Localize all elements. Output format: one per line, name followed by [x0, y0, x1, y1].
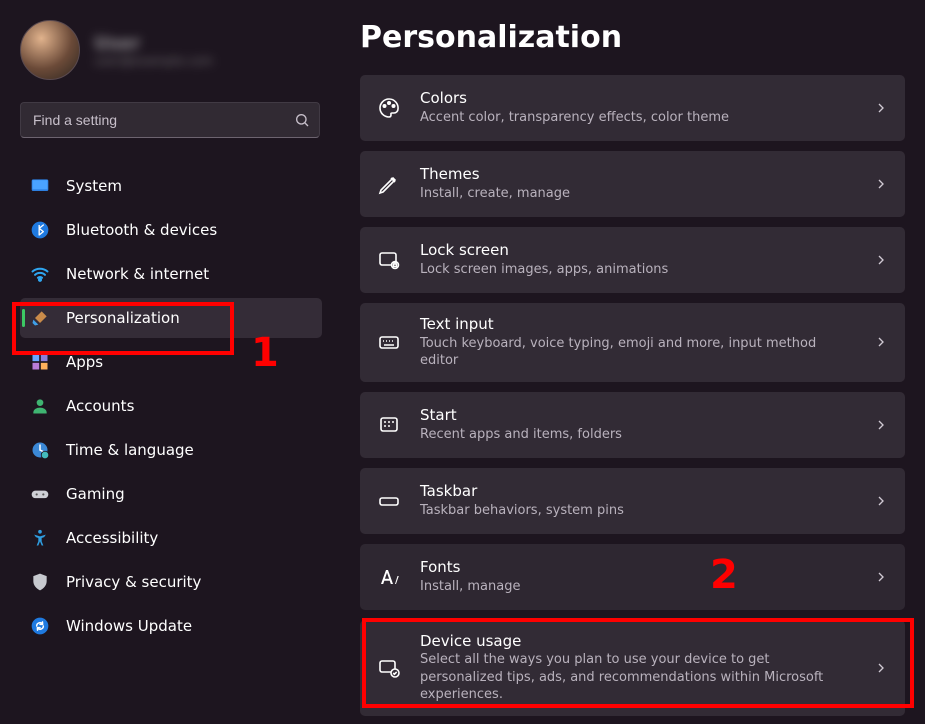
search-wrap	[20, 102, 320, 138]
chevron-right-icon	[873, 100, 889, 116]
card-sub: Touch keyboard, voice typing, emoji and …	[420, 335, 855, 370]
card-text-input[interactable]: Text input Touch keyboard, voice typing,…	[360, 303, 905, 382]
sidebar-item-label: Time & language	[66, 441, 194, 459]
card-fonts[interactable]: Fonts Install, manage	[360, 544, 905, 610]
card-text: Start Recent apps and items, folders	[420, 406, 855, 443]
chevron-right-icon	[873, 252, 889, 268]
sidebar-item-apps[interactable]: Apps	[20, 342, 322, 382]
sidebar-item-time-language[interactable]: Time & language	[20, 430, 322, 470]
device-usage-icon	[376, 655, 402, 681]
person-icon	[30, 396, 50, 416]
page-title: Personalization	[360, 20, 905, 55]
avatar[interactable]	[20, 20, 80, 80]
card-text: Themes Install, create, manage	[420, 165, 855, 202]
card-sub: Accent color, transparency effects, colo…	[420, 109, 855, 127]
sidebar: User user@example.com System	[0, 0, 330, 724]
card-colors[interactable]: Colors Accent color, transparency effect…	[360, 75, 905, 141]
sidebar-item-label: Apps	[66, 353, 103, 371]
sidebar-item-label: Personalization	[66, 309, 180, 327]
sidebar-nav: System Bluetooth & devices Network & int…	[20, 164, 322, 648]
chevron-right-icon	[873, 334, 889, 350]
card-taskbar[interactable]: Taskbar Taskbar behaviors, system pins	[360, 468, 905, 534]
search-input[interactable]	[20, 102, 320, 138]
start-icon	[376, 412, 402, 438]
card-sub: Taskbar behaviors, system pins	[420, 502, 855, 520]
sidebar-item-label: Gaming	[66, 485, 125, 503]
fonts-icon	[376, 564, 402, 590]
user-header[interactable]: User user@example.com	[20, 20, 322, 80]
apps-icon	[30, 352, 50, 372]
card-sub: Select all the ways you plan to use your…	[420, 651, 855, 704]
card-text: Colors Accent color, transparency effect…	[420, 89, 855, 126]
keyboard-icon	[376, 329, 402, 355]
sidebar-item-label: Network & internet	[66, 265, 209, 283]
user-text: User user@example.com	[94, 33, 213, 68]
card-text: Taskbar Taskbar behaviors, system pins	[420, 482, 855, 519]
sidebar-item-system[interactable]: System	[20, 166, 322, 206]
sidebar-item-label: Windows Update	[66, 617, 192, 635]
shield-icon	[30, 572, 50, 592]
card-title: Text input	[420, 315, 855, 335]
lockscreen-icon	[376, 247, 402, 273]
chevron-right-icon	[873, 417, 889, 433]
card-text: Device usage Select all the ways you pla…	[420, 632, 855, 704]
accessibility-icon	[30, 528, 50, 548]
wifi-icon	[30, 264, 50, 284]
sidebar-item-gaming[interactable]: Gaming	[20, 474, 322, 514]
chevron-right-icon	[873, 176, 889, 192]
sidebar-item-label: System	[66, 177, 122, 195]
display-icon	[30, 176, 50, 196]
sidebar-item-network[interactable]: Network & internet	[20, 254, 322, 294]
card-title: Start	[420, 406, 855, 426]
taskbar-icon	[376, 488, 402, 514]
sidebar-item-bluetooth[interactable]: Bluetooth & devices	[20, 210, 322, 250]
sidebar-item-privacy[interactable]: Privacy & security	[20, 562, 322, 602]
card-title: Lock screen	[420, 241, 855, 261]
card-themes[interactable]: Themes Install, create, manage	[360, 151, 905, 217]
sidebar-item-accessibility[interactable]: Accessibility	[20, 518, 322, 558]
card-title: Taskbar	[420, 482, 855, 502]
card-sub: Lock screen images, apps, animations	[420, 261, 855, 279]
card-title: Device usage	[420, 632, 855, 652]
user-name: User	[94, 33, 213, 54]
search-icon	[294, 112, 310, 128]
pen-icon	[376, 171, 402, 197]
sidebar-item-label: Bluetooth & devices	[66, 221, 217, 239]
chevron-right-icon	[873, 493, 889, 509]
sidebar-item-label: Accounts	[66, 397, 134, 415]
card-sub: Install, manage	[420, 578, 855, 596]
sidebar-item-windows-update[interactable]: Windows Update	[20, 606, 322, 646]
clock-globe-icon	[30, 440, 50, 460]
chevron-right-icon	[873, 660, 889, 676]
card-sub: Install, create, manage	[420, 185, 855, 203]
card-start[interactable]: Start Recent apps and items, folders	[360, 392, 905, 458]
user-sub: user@example.com	[94, 54, 213, 68]
card-text: Lock screen Lock screen images, apps, an…	[420, 241, 855, 278]
card-lock-screen[interactable]: Lock screen Lock screen images, apps, an…	[360, 227, 905, 293]
chevron-right-icon	[873, 569, 889, 585]
main: Personalization Colors Accent color, tra…	[330, 0, 925, 724]
sidebar-item-label: Privacy & security	[66, 573, 201, 591]
sidebar-item-personalization[interactable]: Personalization	[20, 298, 322, 338]
card-list: Colors Accent color, transparency effect…	[360, 75, 905, 716]
card-sub: Recent apps and items, folders	[420, 426, 855, 444]
paintbrush-icon	[30, 308, 50, 328]
bluetooth-icon	[30, 220, 50, 240]
card-title: Fonts	[420, 558, 855, 578]
card-title: Colors	[420, 89, 855, 109]
card-device-usage[interactable]: Device usage Select all the ways you pla…	[360, 620, 905, 716]
card-text: Text input Touch keyboard, voice typing,…	[420, 315, 855, 370]
update-icon	[30, 616, 50, 636]
palette-icon	[376, 95, 402, 121]
gamepad-icon	[30, 484, 50, 504]
sidebar-item-label: Accessibility	[66, 529, 158, 547]
sidebar-item-accounts[interactable]: Accounts	[20, 386, 322, 426]
card-title: Themes	[420, 165, 855, 185]
card-text: Fonts Install, manage	[420, 558, 855, 595]
